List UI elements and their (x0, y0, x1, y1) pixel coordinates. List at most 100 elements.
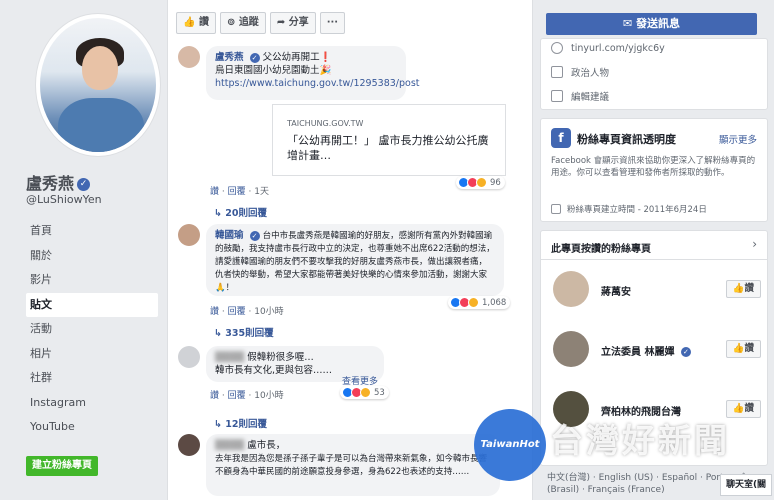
page-action-bar: 👍 讚 ⊚ 追蹤 ➦ 分享 ··· (176, 12, 346, 34)
watermark-logo: TaiwanHot (474, 409, 546, 481)
link-title: 「公幼再開工！」 盧市長力推公幼公托廣增計畫… (287, 134, 489, 162)
nav-item-instagram[interactable]: Instagram (26, 391, 158, 416)
comment-time[interactable]: 10小時 (254, 307, 283, 317)
like-page-button[interactable]: 👍 讚 (176, 12, 216, 34)
comment-reply-link[interactable]: 回覆 (228, 391, 246, 401)
comment-like-link[interactable]: 讚 (210, 391, 219, 401)
avatar[interactable] (553, 271, 589, 307)
reaction-summary[interactable]: 1,068 (448, 296, 511, 309)
reply-arrow-icon: ↳ (214, 208, 222, 219)
comment-link[interactable]: https://www.taichung.gov.tw/1295383/post (215, 78, 420, 89)
nav-item-youtube[interactable]: YouTube (26, 415, 158, 440)
pencil-icon (551, 90, 563, 102)
verified-badge-icon: ✓ (249, 230, 260, 241)
show-more-link[interactable]: 顯示更多 (719, 132, 757, 146)
view-replies-link[interactable]: ↳ 20則回覆 (214, 205, 267, 219)
comment-text: 盧市長， (247, 440, 286, 451)
create-page-button[interactable]: 建立粉絲專頁 (26, 456, 98, 476)
comment-avatar[interactable] (178, 46, 200, 68)
nav-item-videos[interactable]: 影片 (26, 268, 158, 293)
facebook-logo-icon: f (551, 128, 571, 148)
commenter-name[interactable]: 盧秀燕 (215, 52, 244, 63)
website-link[interactable]: tinyurl.com/yjgkc6y (571, 43, 665, 54)
comment-text: 父公幼再開工❗ (262, 52, 332, 63)
liked-page-name[interactable]: 蔣萬安 (601, 283, 631, 298)
comment-meta: 讚 · 回覆 · 1天 (210, 187, 269, 197)
link-preview-card[interactable]: TAICHUNG.GOV.TW 「公幼再開工！」 盧市長力推公幼公托廣增計畫… (272, 104, 506, 176)
commenter-name[interactable]: ▒▒▒▒ (215, 440, 244, 451)
reaction-summary[interactable]: 53 (340, 386, 389, 399)
comment-bubble: 盧秀燕 ✓ 父公幼再開工❗ 烏日東園國小幼兒園動土🎉 https://www.t… (206, 46, 420, 100)
follow-button[interactable]: ⊚ 追蹤 (219, 12, 266, 34)
liked-page-item[interactable]: 立法委員 林麗嬋 ✓ 👍讚 (553, 331, 765, 373)
comment-reply-link[interactable]: 回覆 (228, 187, 246, 197)
comment-avatar[interactable] (178, 224, 200, 246)
liked-page-item[interactable]: 蔣萬安 👍讚 (553, 271, 765, 313)
reaction-summary[interactable]: 96 (456, 176, 505, 189)
transparency-card: f 粉絲專頁資訊透明度 顯示更多 Facebook 會顯示資訊來協助你更深入了解… (540, 118, 768, 222)
comment-like-link[interactable]: 讚 (210, 187, 219, 197)
like-button[interactable]: 👍讚 (725, 280, 761, 298)
thumb-icon: 👍 (183, 17, 196, 28)
page-title: 盧秀燕 ✓ (26, 170, 91, 194)
liked-page-name[interactable]: 立法委員 林麗嬋 ✓ (601, 343, 691, 358)
page-handle[interactable]: @LuShiowYen (26, 193, 102, 206)
share-button[interactable]: ➦ 分享 (269, 12, 316, 34)
about-card: tinyurl.com/yjgkc6y 政治人物 編輯建議 (540, 38, 768, 110)
view-replies-link[interactable]: ↳ 335則回覆 (214, 325, 274, 339)
page-name: 盧秀燕 (26, 174, 75, 193)
nav-item-events[interactable]: 活動 (26, 317, 158, 342)
website-row[interactable]: tinyurl.com/yjgkc6y (551, 42, 665, 54)
comment-meta: 讚 · 回覆 · 10小時 (210, 307, 284, 317)
category-link[interactable]: 政治人物 (571, 65, 609, 79)
transparency-title: 粉絲專頁資訊透明度 (577, 133, 676, 146)
like-button[interactable]: 👍讚 (725, 340, 761, 358)
suggest-edits-row[interactable]: 編輯建議 (551, 89, 609, 103)
flag-icon (551, 204, 561, 214)
comment-text: 假韓粉很多喔… (247, 352, 314, 363)
avatar[interactable] (553, 331, 589, 367)
nav-item-about[interactable]: 關於 (26, 244, 158, 269)
comment-reply-link[interactable]: 回覆 (228, 307, 246, 317)
category-row[interactable]: 政治人物 (551, 65, 609, 79)
commenter-name[interactable]: 韓國瑜 (215, 230, 244, 241)
comment-avatar[interactable] (178, 346, 200, 368)
commenter-name[interactable]: ▒▒▒▒ (215, 352, 244, 363)
send-message-button[interactable]: ✉ 發送訊息 (546, 13, 757, 35)
verified-badge-icon: ✓ (77, 178, 91, 191)
comment-text: 韓市長有文化,更與包容…… (215, 365, 333, 376)
rss-icon: ⊚ (226, 17, 236, 28)
profile-picture[interactable] (36, 14, 160, 156)
verified-badge-icon: ✓ (249, 52, 260, 63)
comment-bubble: 韓國瑜 ✓ 台中市長盧秀燕是韓國瑜的好朋友，感謝所有黨內外對韓國瑜的鼓勵，我支持… (206, 224, 504, 296)
nav-item-community[interactable]: 社群 (26, 366, 158, 391)
like-button[interactable]: 👍讚 (725, 400, 761, 418)
comment-like-link[interactable]: 讚 (210, 307, 219, 317)
view-replies-link[interactable]: ↳ 12則回覆 (214, 416, 267, 430)
watermark-text: 台灣好新聞 (550, 421, 730, 460)
divider (541, 259, 767, 260)
transparency-text: Facebook 會顯示資訊來協助你更深入了解粉絲專頁的用途。你可以查看管理和發… (551, 156, 756, 178)
comment-avatar[interactable] (178, 434, 200, 456)
chat-button[interactable]: 聊天室(關 (720, 474, 772, 496)
created-row: 粉絲專頁建立時間 - 2011年6月24日 (551, 203, 707, 215)
liked-pages-title: 此專頁按讚的粉絲專頁 (551, 244, 651, 255)
more-button[interactable]: ··· (319, 12, 346, 34)
share-icon: ➦ (276, 17, 286, 28)
nav-item-home[interactable]: 首頁 (26, 219, 158, 244)
post-feed: 👍 讚 ⊚ 追蹤 ➦ 分享 ··· 盧秀燕 ✓ 父公幼再開工❗ 烏日東園國小幼兒… (167, 0, 533, 500)
chevron-right-icon[interactable]: › (752, 237, 757, 251)
comment-time[interactable]: 10小時 (254, 391, 283, 401)
nav-item-posts[interactable]: 貼文 (26, 292, 158, 317)
tag-icon (551, 66, 563, 78)
comment-text: 去年我是因為您是孫子孫子輩子是可以為台灣帶來新氣象，如今韓市長響不顧身為中華民國… (215, 454, 488, 477)
left-column: 盧秀燕 ✓ @LuShiowYen 首頁 關於 影片 貼文 活動 相片 社群 In… (0, 0, 167, 500)
thumb-icon: 👍 (732, 343, 745, 354)
comment-time[interactable]: 1天 (254, 187, 269, 197)
reply-arrow-icon: ↳ (214, 328, 222, 339)
nav-item-photos[interactable]: 相片 (26, 342, 158, 367)
avatar (40, 18, 156, 152)
comment-text: 烏日東園國小幼兒園動土🎉 (215, 65, 332, 76)
suggest-edits-link[interactable]: 編輯建議 (571, 89, 609, 103)
verified-badge-icon: ✓ (680, 347, 691, 357)
